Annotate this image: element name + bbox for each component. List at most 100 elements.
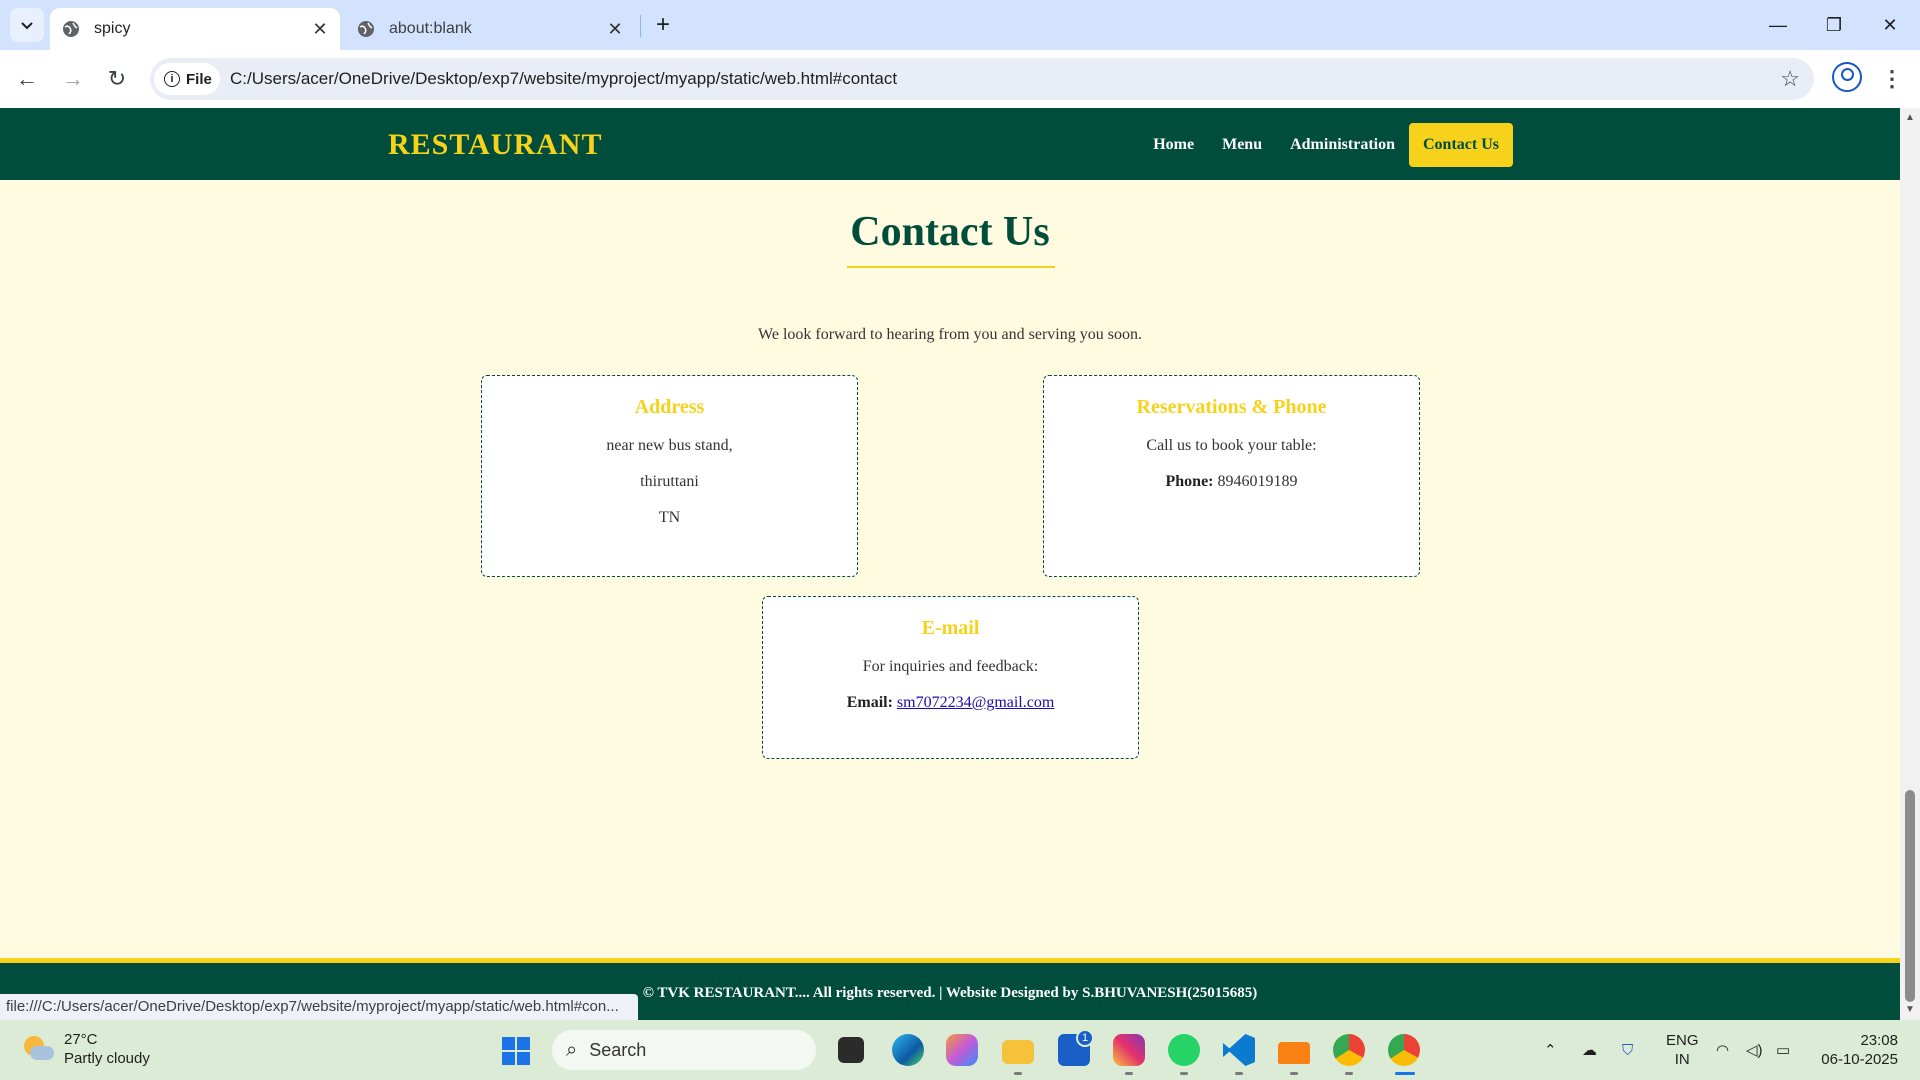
- whatsapp-icon[interactable]: [1168, 1034, 1200, 1066]
- search-placeholder: Search: [589, 1039, 647, 1060]
- scroll-thumb[interactable]: [1905, 790, 1915, 1002]
- taskbar-search[interactable]: ⌕ Search: [552, 1030, 816, 1070]
- card-title: Reservations & Phone: [1136, 396, 1327, 418]
- globe-icon: [358, 21, 374, 37]
- nav-contact-us[interactable]: Contact Us: [1409, 123, 1513, 167]
- weather-desc: Partly cloudy: [64, 1050, 150, 1067]
- address-bar[interactable]: i File C:/Users/acer/OneDrive/Desktop/ex…: [150, 58, 1814, 100]
- reload-icon[interactable]: ↻: [100, 62, 134, 96]
- main-nav: Home Menu Administration Contact Us: [1139, 123, 1513, 167]
- running-indicator: [1180, 1072, 1188, 1075]
- tab-spicy[interactable]: spicy ✕: [50, 8, 340, 50]
- scroll-down-icon[interactable]: ▼: [1905, 1004, 1915, 1015]
- weather-widget[interactable]: 27°C Partly cloudy: [20, 1030, 150, 1068]
- show-hidden-icons[interactable]: ⌃: [1544, 1020, 1557, 1080]
- address-line: thiruttani: [640, 473, 699, 490]
- browser-tab-bar: spicy ✕ about:blank ✕ + — ❐ ✕: [0, 0, 1920, 50]
- clock-time: 23:08: [1860, 1032, 1898, 1049]
- onedrive-icon[interactable]: ☁: [1582, 1020, 1597, 1080]
- card-title: E-mail: [921, 617, 980, 639]
- more-menu-icon[interactable]: ⋮: [1880, 62, 1904, 96]
- volume-icon[interactable]: ◁): [1746, 1020, 1763, 1080]
- chevron-down-icon: [21, 22, 33, 30]
- globe-icon: [63, 21, 79, 37]
- folder-icon[interactable]: [1002, 1040, 1034, 1064]
- running-indicator: [1290, 1072, 1298, 1075]
- security-shield-icon[interactable]: ⛉: [1622, 1020, 1633, 1080]
- restore-icon[interactable]: ❐: [1806, 0, 1862, 50]
- lang-bottom: IN: [1674, 1051, 1690, 1068]
- close-window-icon[interactable]: ✕: [1862, 0, 1918, 50]
- running-indicator: [1125, 1072, 1133, 1075]
- title-underline: [847, 266, 1055, 268]
- store-badge: 1: [1076, 1029, 1094, 1047]
- instagram-icon[interactable]: [1113, 1034, 1145, 1066]
- clock-date: 06-10-2025: [1821, 1051, 1898, 1068]
- search-icon: ⌕: [566, 1038, 578, 1061]
- address-card: Address near new bus stand, thiruttani T…: [481, 375, 858, 577]
- info-icon: i: [164, 71, 180, 87]
- email-line: Email: sm7072234@gmail.com: [763, 694, 1138, 712]
- new-tab-button[interactable]: +: [648, 10, 678, 40]
- page-scrollbar[interactable]: ▲ ▼: [1900, 108, 1920, 1020]
- nav-menu[interactable]: Menu: [1208, 124, 1276, 166]
- close-tab-icon[interactable]: ✕: [306, 15, 334, 43]
- weather-temp: 27°C: [64, 1031, 98, 1048]
- vscode-icon[interactable]: [1223, 1034, 1255, 1066]
- file-explorer-icon[interactable]: [838, 1037, 864, 1063]
- tab-about-blank[interactable]: about:blank ✕: [345, 8, 635, 50]
- nav-home[interactable]: Home: [1139, 124, 1208, 166]
- scroll-up-icon[interactable]: ▲: [1905, 112, 1915, 123]
- link-status-bar: file:///C:/Users/acer/OneDrive/Desktop/e…: [0, 994, 638, 1020]
- browser-toolbar: ← → ↻ i File C:/Users/acer/OneDrive/Desk…: [0, 50, 1920, 108]
- system-clock[interactable]: 23:08 06-10-2025: [1812, 1031, 1898, 1069]
- moodle-icon[interactable]: [1278, 1042, 1310, 1064]
- windows-start-icon[interactable]: [502, 1037, 530, 1065]
- address-line: TN: [658, 509, 681, 526]
- email-card: E-mail For inquiries and feedback: Email…: [762, 596, 1139, 759]
- address-line: near new bus stand,: [606, 437, 733, 454]
- site-header: RESTAURANT Home Menu Administration Cont…: [0, 108, 1900, 180]
- forward-arrow-icon[interactable]: →: [56, 62, 90, 96]
- reservations-card: Reservations & Phone Call us to book you…: [1043, 375, 1420, 577]
- chrome-active-icon[interactable]: [1388, 1034, 1420, 1066]
- reservations-text: Call us to book your table:: [1146, 437, 1317, 454]
- phone-number: 8946019189: [1217, 473, 1298, 490]
- brand-logo[interactable]: RESTAURANT: [388, 128, 602, 162]
- copilot-icon[interactable]: [946, 1034, 978, 1066]
- email-text: For inquiries and feedback:: [862, 658, 1039, 675]
- tab-title: spicy: [94, 20, 131, 37]
- lang-top: ENG: [1666, 1032, 1699, 1049]
- battery-icon[interactable]: ▭: [1776, 1020, 1790, 1080]
- tab-search-button[interactable]: [10, 8, 44, 42]
- phone-line: Phone: 8946019189: [1044, 473, 1419, 491]
- site-info-chip[interactable]: i File: [154, 63, 220, 95]
- tab-title: about:blank: [389, 20, 472, 37]
- nav-administration[interactable]: Administration: [1276, 124, 1409, 166]
- minimize-icon[interactable]: —: [1750, 0, 1806, 50]
- back-arrow-icon[interactable]: ←: [10, 62, 44, 96]
- running-indicator: [1014, 1072, 1022, 1075]
- chip-label: File: [186, 70, 212, 88]
- wifi-icon[interactable]: ◠: [1716, 1020, 1729, 1080]
- close-tab-icon[interactable]: ✕: [601, 15, 629, 43]
- card-title: Address: [634, 396, 705, 418]
- windows-taskbar: 27°C Partly cloudy ⌕ Search 1 ⌃ ☁ ⛉ ENG …: [0, 1020, 1920, 1080]
- partly-cloudy-icon: [20, 1032, 54, 1066]
- running-indicator: [1345, 1072, 1353, 1075]
- language-indicator[interactable]: ENG IN: [1666, 1031, 1699, 1069]
- page-viewport: RESTAURANT Home Menu Administration Cont…: [0, 108, 1900, 1020]
- profile-icon[interactable]: [1832, 62, 1862, 92]
- active-indicator: [1395, 1072, 1415, 1075]
- email-link[interactable]: sm7072234@gmail.com: [897, 694, 1054, 711]
- edge-icon[interactable]: [892, 1034, 924, 1066]
- page-title: Contact Us: [850, 209, 1050, 255]
- bookmark-star-icon[interactable]: ☆: [1780, 66, 1800, 92]
- running-indicator: [1235, 1072, 1243, 1075]
- contact-intro: We look forward to hearing from you and …: [758, 326, 1142, 343]
- url-text[interactable]: C:/Users/acer/OneDrive/Desktop/exp7/webs…: [230, 69, 897, 89]
- tab-separator: [640, 15, 641, 37]
- chrome-icon[interactable]: [1333, 1034, 1365, 1066]
- email-label: Email:: [846, 694, 893, 711]
- phone-label: Phone:: [1165, 473, 1214, 490]
